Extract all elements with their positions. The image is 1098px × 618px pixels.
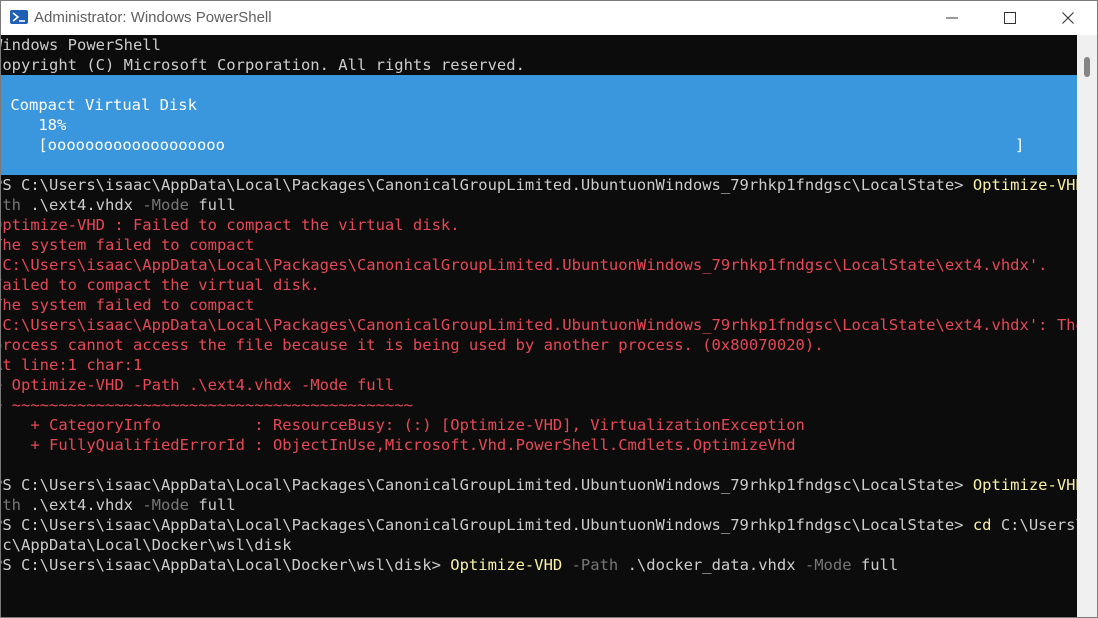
console-text-segment: + FullyQualifiedErrorId : ObjectInUse,Mi… <box>1 436 796 454</box>
console-text-segment: 'C:\Users\isaac\AppData\Local\Packages\C… <box>1 316 1077 334</box>
console-line: ac\AppData\Local\Docker\wsl\disk <box>1 535 292 555</box>
console-text-segment: C:\Users\isa <box>1000 516 1077 534</box>
powershell-icon[interactable] <box>10 10 28 24</box>
console-text-segment: + ~~~~~~~~~~~~~~~~~~~~~~~~~~~~~~~~~~~~~~… <box>1 396 413 414</box>
console-text-segment: Optimize-VHD <box>972 476 1077 494</box>
progress-title: Compact Virtual Disk <box>1 96 197 114</box>
console-line: + FullyQualifiedErrorId : ObjectInUse,Mi… <box>1 435 796 455</box>
minimize-button[interactable] <box>923 1 981 35</box>
console-line: PS C:\Users\isaac\AppData\Local\Packages… <box>1 475 1077 495</box>
progress-percent: 18% <box>1 116 67 134</box>
console-text-segment: + Optimize-VHD -Path .\ext4.vhdx -Mode f… <box>1 376 395 394</box>
console-line: process cannot access the file because i… <box>1 335 824 355</box>
console-text-segment: full <box>851 556 899 574</box>
console-text-segment: + CategoryInfo : ResourceBusy: (:) [Opti… <box>1 416 805 434</box>
console-line: + CategoryInfo : ResourceBusy: (:) [Opti… <box>1 415 805 435</box>
powershell-window: Administrator: Windows PowerShell Compac… <box>0 0 1098 618</box>
console-text-segment: ath <box>1 496 21 514</box>
console-text-segment: Optimize-VHD : Failed to compact the vir… <box>1 216 460 234</box>
console-line: + ~~~~~~~~~~~~~~~~~~~~~~~~~~~~~~~~~~~~~~… <box>1 395 413 415</box>
console-text-segment: Windows PowerShell <box>1 36 161 54</box>
window-title: Administrator: Windows PowerShell <box>34 9 272 26</box>
console-text-segment: .\docker_data.vhdx <box>618 556 805 574</box>
console-line: At line:1 char:1 <box>1 355 142 375</box>
console-text-segment: -Path <box>562 556 619 574</box>
close-icon <box>1062 12 1074 24</box>
console-line: ath .\ext4.vhdx -Mode full <box>1 495 236 515</box>
close-button[interactable] <box>1039 1 1097 35</box>
console-line: Copyright (C) Microsoft Corporation. All… <box>1 55 525 75</box>
console-output[interactable]: Compact Virtual Disk 18% [oooooooooooooo… <box>1 35 1077 617</box>
console-line: PS C:\Users\isaac\AppData\Local\Docker\w… <box>1 555 898 575</box>
console-text-segment: -Mode <box>804 556 852 574</box>
console-text-segment: The system failed to compact <box>1 296 255 314</box>
console-line: Failed to compact the virtual disk. <box>1 275 320 295</box>
title-bar[interactable]: Administrator: Windows PowerShell <box>1 1 1097 35</box>
console-text-segment: -Mode <box>142 196 189 214</box>
console-text-segment: .\ext4.vhdx <box>21 496 143 514</box>
console-text-segment: PS C:\Users\isaac\AppData\Local\Packages… <box>1 476 973 494</box>
console-text-segment: .\ext4.vhdx <box>21 196 143 214</box>
console-text-segment: full <box>189 196 236 214</box>
console-text-segment: -Mode <box>142 496 189 514</box>
console-line: 'C:\Users\isaac\AppData\Local\Packages\C… <box>1 255 1048 275</box>
maximize-icon <box>1004 12 1016 24</box>
minimize-icon <box>946 17 958 19</box>
console-line: Windows PowerShell <box>1 35 161 55</box>
console-line: 'C:\Users\isaac\AppData\Local\Packages\C… <box>1 315 1077 335</box>
progress-bar-text: [ooooooooooooooooooo <box>1 136 225 154</box>
console-text-segment: PS C:\Users\isaac\AppData\Local\Packages… <box>1 516 973 534</box>
console-line: PS C:\Users\isaac\AppData\Local\Packages… <box>1 515 1077 535</box>
console-text-segment: Failed to compact the virtual disk. <box>1 276 320 294</box>
console-text-segment: Copyright (C) Microsoft Corporation. All… <box>1 56 525 74</box>
console-line: PS C:\Users\isaac\AppData\Local\Packages… <box>1 175 1077 195</box>
console-line: Optimize-VHD : Failed to compact the vir… <box>1 215 460 235</box>
console-text-segment: PS C:\Users\isaac\AppData\Local\Packages… <box>1 176 973 194</box>
console-text-segment: Optimize-VHD <box>972 176 1077 194</box>
console-text-segment: ac\AppData\Local\Docker\wsl\disk <box>1 536 292 554</box>
scrollbar-thumb[interactable] <box>1084 57 1090 77</box>
console-text-segment: ath <box>1 196 21 214</box>
progress-bar-end: ] <box>1015 136 1025 154</box>
maximize-button[interactable] <box>981 1 1039 35</box>
progress-panel: Compact Virtual Disk 18% [oooooooooooooo… <box>1 75 1077 175</box>
console-text-segment: Optimize-VHD <box>450 556 563 574</box>
console-line: ath .\ext4.vhdx -Mode full <box>1 195 236 215</box>
console-text-segment: process cannot access the file because i… <box>1 336 824 354</box>
vertical-scrollbar[interactable] <box>1077 35 1097 617</box>
console-text-segment: PS C:\Users\isaac\AppData\Local\Docker\w… <box>1 556 451 574</box>
console-line: + Optimize-VHD -Path .\ext4.vhdx -Mode f… <box>1 375 394 395</box>
console-text-segment: 'C:\Users\isaac\AppData\Local\Packages\C… <box>1 256 1048 274</box>
console-text-segment: full <box>189 496 236 514</box>
console-text-segment: cd <box>972 516 992 534</box>
console-line: The system failed to compact <box>1 295 254 315</box>
console-text-segment: At line:1 char:1 <box>1 356 143 374</box>
console-text-segment: The system failed to compact <box>1 236 255 254</box>
console-line: The system failed to compact <box>1 235 254 255</box>
